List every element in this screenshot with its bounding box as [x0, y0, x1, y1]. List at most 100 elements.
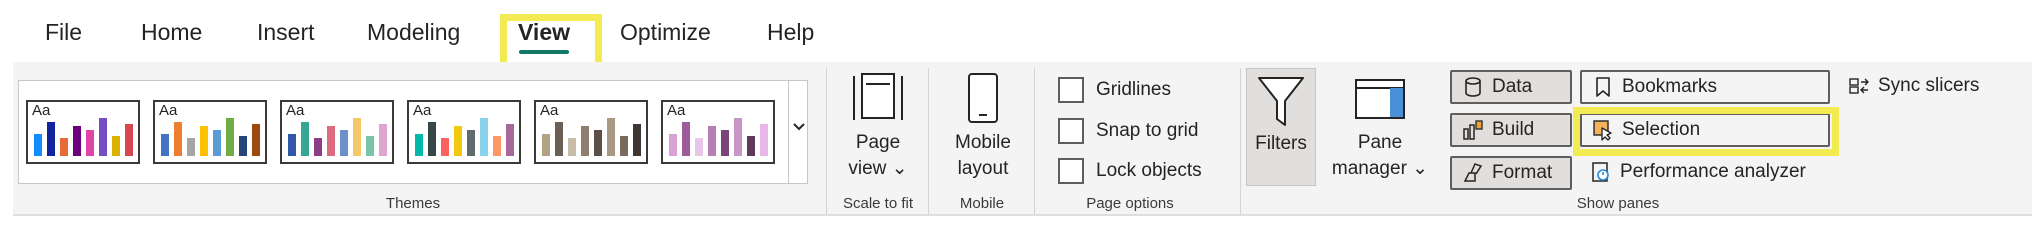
bookmark-icon: [1596, 77, 1610, 97]
theme-color-bar: [239, 136, 247, 156]
theme-swatch[interactable]: Aa: [534, 100, 648, 164]
themes-expand-button[interactable]: [788, 80, 808, 184]
theme-color-bar: [252, 124, 260, 156]
bookmarks-pane-button[interactable]: Bookmarks: [1580, 70, 1830, 104]
tab-modeling[interactable]: Modeling: [367, 14, 460, 50]
page-view-button[interactable]: Page view ⌄: [834, 72, 922, 190]
theme-color-bar: [327, 126, 335, 156]
pane-manager-label: Pane: [1357, 132, 1403, 153]
filters-button[interactable]: Filters: [1246, 68, 1316, 186]
theme-color-bar: [200, 126, 208, 156]
theme-sample-text: Aa: [159, 102, 178, 119]
checkbox-box: [1058, 158, 1084, 184]
theme-color-bar: [353, 118, 361, 156]
theme-color-bar: [555, 122, 563, 156]
checkbox-box: [1058, 77, 1084, 103]
snap-to-grid-checkbox[interactable]: Snap to grid: [1058, 118, 1238, 148]
selection-highlight: [1573, 107, 1839, 156]
theme-color-bar: [125, 124, 133, 156]
tab-home[interactable]: Home: [141, 14, 202, 50]
theme-color-bar: [467, 130, 475, 156]
group-label-mobile: Mobile: [959, 195, 1005, 212]
theme-swatch[interactable]: Aa: [153, 100, 267, 164]
theme-color-bar: [568, 138, 576, 156]
bookmarks-label: Bookmarks: [1622, 76, 1718, 97]
tab-optimize[interactable]: Optimize: [620, 14, 711, 50]
theme-color-bar: [314, 138, 322, 156]
divider: [1034, 68, 1035, 214]
theme-color-bar: [366, 136, 374, 156]
theme-color-bar: [415, 134, 423, 156]
sync-slicers-button[interactable]: Sync slicers: [1838, 70, 2008, 104]
theme-swatch[interactable]: Aa: [407, 100, 521, 164]
mobile-icon: [968, 73, 998, 123]
theme-color-bar: [301, 122, 309, 156]
theme-color-bar: [174, 122, 182, 156]
pane-manager-button[interactable]: Pane manager ⌄: [1326, 72, 1434, 190]
sync-slicers-label: Sync slicers: [1878, 75, 1980, 96]
gridlines-checkbox[interactable]: Gridlines: [1058, 77, 1228, 107]
theme-color-bar: [594, 130, 602, 156]
theme-color-bar: [161, 134, 169, 156]
data-label: Data: [1492, 76, 1533, 97]
gridlines-label: Gridlines: [1096, 79, 1171, 100]
mobile-layout-button[interactable]: Mobile layout: [938, 72, 1028, 190]
checkbox-box: [1058, 118, 1084, 144]
performance-analyzer-label: Performance analyzer: [1620, 161, 1806, 182]
theme-sample-text: Aa: [413, 102, 432, 119]
theme-swatch[interactable]: Aa: [661, 100, 775, 164]
theme-sample-text: Aa: [286, 102, 305, 119]
lock-objects-label: Lock objects: [1096, 160, 1202, 181]
tab-insert[interactable]: Insert: [257, 14, 315, 50]
theme-color-bar: [620, 136, 628, 156]
theme-color-bar: [112, 136, 120, 156]
theme-color-bar: [47, 122, 55, 156]
theme-color-bar: [213, 130, 221, 156]
database-icon: [1465, 77, 1481, 97]
theme-color-bar: [428, 122, 436, 156]
theme-color-bar: [480, 118, 488, 156]
performance-analyzer-button[interactable]: Performance analyzer: [1580, 156, 1850, 190]
group-label-show-panes: Show panes: [1576, 195, 1660, 212]
group-label-scale-to-fit: Scale to fit: [842, 195, 914, 212]
pane-manager-label-2: manager ⌄: [1331, 158, 1429, 179]
divider: [1240, 68, 1241, 214]
tab-file[interactable]: File: [45, 14, 82, 50]
tab-help[interactable]: Help: [767, 14, 814, 50]
format-pane-button[interactable]: Format: [1450, 156, 1572, 190]
theme-swatch[interactable]: Aa: [280, 100, 394, 164]
theme-swatch[interactable]: Aa: [26, 100, 140, 164]
filters-label: Filters: [1255, 133, 1307, 154]
ribbon-border: [13, 214, 2032, 216]
theme-color-bar: [721, 130, 729, 156]
theme-sample-text: Aa: [540, 102, 559, 119]
build-pane-button[interactable]: Build: [1450, 113, 1572, 147]
sync-slicers-icon: [1849, 78, 1869, 94]
lock-objects-checkbox[interactable]: Lock objects: [1058, 158, 1238, 188]
format-label: Format: [1492, 162, 1553, 183]
paintbrush-icon: [1463, 163, 1483, 182]
data-pane-button[interactable]: Data: [1450, 70, 1572, 104]
divider: [826, 68, 827, 214]
page-view-label: Page: [855, 132, 901, 153]
theme-color-bar: [187, 138, 195, 156]
theme-color-bar: [86, 130, 94, 156]
theme-color-bar: [734, 118, 742, 156]
page-view-icon: [853, 73, 903, 120]
pane-manager-icon: [1355, 79, 1405, 119]
build-label: Build: [1492, 119, 1535, 140]
divider: [928, 68, 929, 214]
theme-color-bar: [682, 122, 690, 156]
page-view-label-2: view ⌄: [848, 158, 908, 179]
theme-color-bar: [747, 136, 755, 156]
theme-sample-text: Aa: [667, 102, 686, 119]
theme-color-bar: [669, 134, 677, 156]
theme-color-bar: [760, 124, 768, 156]
build-visual-icon: [1463, 120, 1483, 140]
mobile-layout-label-2: layout: [957, 158, 1009, 179]
theme-color-bar: [454, 126, 462, 156]
theme-color-bar: [708, 126, 716, 156]
theme-color-bar: [506, 124, 514, 156]
theme-color-bar: [581, 126, 589, 156]
theme-color-bar: [226, 118, 234, 156]
